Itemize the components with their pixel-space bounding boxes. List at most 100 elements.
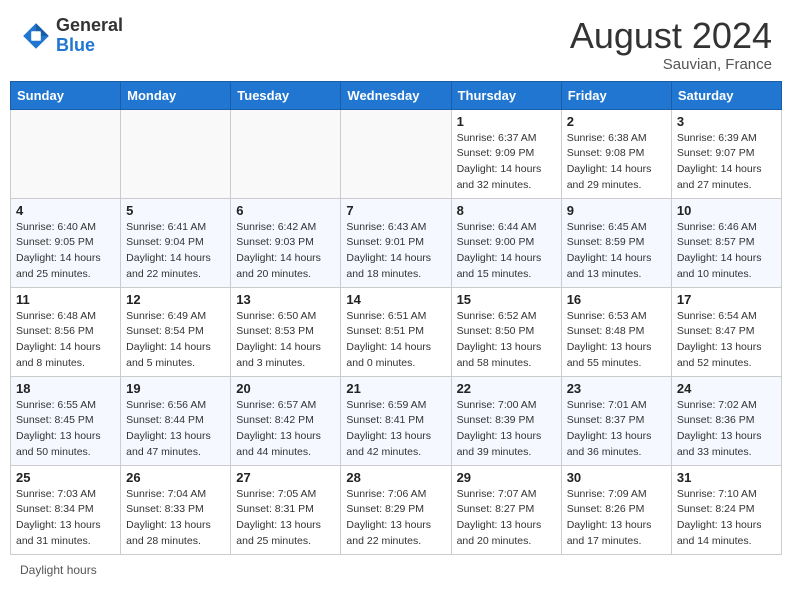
day-number: 18 — [16, 381, 115, 396]
table-row: 18Sunrise: 6:55 AM Sunset: 8:45 PM Dayli… — [11, 376, 121, 465]
day-info: Sunrise: 7:07 AM Sunset: 8:27 PM Dayligh… — [457, 487, 556, 550]
day-info: Sunrise: 6:56 AM Sunset: 8:44 PM Dayligh… — [126, 398, 225, 461]
calendar-container: Sunday Monday Tuesday Wednesday Thursday… — [0, 81, 792, 555]
calendar-week-row: 4 Sunrise: 6:40 AM Sunset: 9:05 PM Daylig… — [11, 198, 782, 287]
day-info: Sunrise: 6:40 AM Sunset: 9:05 PM Dayligh… — [16, 220, 115, 283]
table-row: 12 Sunrise: 6:49 AM Sunset: 8:54 PM Dayli… — [121, 287, 231, 376]
day-number: 9 — [567, 203, 666, 218]
day-number: 20 — [236, 381, 335, 396]
table-row: 22 Sunrise: 7:00 AM Sunset: 8:39 PM Dayli… — [451, 376, 561, 465]
day-number: 27 — [236, 470, 335, 485]
table-row: 27Sunrise: 7:05 AM Sunset: 8:31 PM Dayli… — [231, 465, 341, 554]
table-row: 7Sunrise: 6:43 AM Sunset: 9:01 PM Daylig… — [341, 198, 451, 287]
calendar-week-row: 1 Sunrise: 6:37 AM Sunset: 9:09 PM Daylig… — [11, 109, 782, 198]
day-number: 3 — [677, 114, 776, 129]
logo-blue-text: Blue — [56, 35, 95, 55]
day-info: Sunrise: 6:44 AM Sunset: 9:00 PM Dayligh… — [457, 220, 556, 283]
page-header: General Blue August 2024 Sauvian, France — [0, 0, 792, 81]
table-row: 9 Sunrise: 6:45 AM Sunset: 8:59 PM Daylig… — [561, 198, 671, 287]
col-wednesday: Wednesday — [341, 81, 451, 109]
day-info: Sunrise: 7:01 AM Sunset: 8:37 PM Dayligh… — [567, 398, 666, 461]
day-number: 21 — [346, 381, 445, 396]
table-row: 20Sunrise: 6:57 AM Sunset: 8:42 PM Dayli… — [231, 376, 341, 465]
calendar-week-row: 11Sunrise: 6:48 AM Sunset: 8:56 PM Dayli… — [11, 287, 782, 376]
table-row: 21 Sunrise: 6:59 AM Sunset: 8:41 PM Dayli… — [341, 376, 451, 465]
day-number: 2 — [567, 114, 666, 129]
day-number: 4 — [16, 203, 115, 218]
day-info: Sunrise: 6:37 AM Sunset: 9:09 PM Dayligh… — [457, 131, 556, 194]
day-number: 19 — [126, 381, 225, 396]
day-number: 28 — [346, 470, 445, 485]
table-row — [341, 109, 451, 198]
day-info: Sunrise: 7:04 AM Sunset: 8:33 PM Dayligh… — [126, 487, 225, 550]
table-row: 11Sunrise: 6:48 AM Sunset: 8:56 PM Dayli… — [11, 287, 121, 376]
day-info: Sunrise: 6:39 AM Sunset: 9:07 PM Dayligh… — [677, 131, 776, 194]
day-number: 22 — [457, 381, 556, 396]
day-info: Sunrise: 7:03 AM Sunset: 8:34 PM Dayligh… — [16, 487, 115, 550]
day-info: Sunrise: 7:10 AM Sunset: 8:24 PM Dayligh… — [677, 487, 776, 550]
calendar-header: Sunday Monday Tuesday Wednesday Thursday… — [11, 81, 782, 109]
day-number: 24 — [677, 381, 776, 396]
day-info: Sunrise: 7:06 AM Sunset: 8:29 PM Dayligh… — [346, 487, 445, 550]
day-info: Sunrise: 6:42 AM Sunset: 9:03 PM Dayligh… — [236, 220, 335, 283]
day-info: Sunrise: 6:45 AM Sunset: 8:59 PM Dayligh… — [567, 220, 666, 283]
day-number: 8 — [457, 203, 556, 218]
table-row: 2 Sunrise: 6:38 AM Sunset: 9:08 PM Daylig… — [561, 109, 671, 198]
calendar-week-row: 18Sunrise: 6:55 AM Sunset: 8:45 PM Dayli… — [11, 376, 782, 465]
day-number: 17 — [677, 292, 776, 307]
table-row: 14Sunrise: 6:51 AM Sunset: 8:51 PM Dayli… — [341, 287, 451, 376]
col-friday: Friday — [561, 81, 671, 109]
table-row: 4 Sunrise: 6:40 AM Sunset: 9:05 PM Daylig… — [11, 198, 121, 287]
day-info: Sunrise: 6:50 AM Sunset: 8:53 PM Dayligh… — [236, 309, 335, 372]
day-number: 30 — [567, 470, 666, 485]
day-info: Sunrise: 6:46 AM Sunset: 8:57 PM Dayligh… — [677, 220, 776, 283]
day-number: 10 — [677, 203, 776, 218]
day-number: 25 — [16, 470, 115, 485]
col-saturday: Saturday — [671, 81, 781, 109]
footer: Daylight hours — [0, 555, 792, 585]
table-row: 3 Sunrise: 6:39 AM Sunset: 9:07 PM Daylig… — [671, 109, 781, 198]
col-sunday: Sunday — [11, 81, 121, 109]
day-number: 1 — [457, 114, 556, 129]
day-info: Sunrise: 7:09 AM Sunset: 8:26 PM Dayligh… — [567, 487, 666, 550]
month-year-title: August 2024 — [570, 16, 772, 56]
col-tuesday: Tuesday — [231, 81, 341, 109]
table-row: 1 Sunrise: 6:37 AM Sunset: 9:09 PM Daylig… — [451, 109, 561, 198]
table-row: 15Sunrise: 6:52 AM Sunset: 8:50 PM Dayli… — [451, 287, 561, 376]
table-row: 25 Sunrise: 7:03 AM Sunset: 8:34 PM Dayli… — [11, 465, 121, 554]
day-info: Sunrise: 6:59 AM Sunset: 8:41 PM Dayligh… — [346, 398, 445, 461]
table-row: 10 Sunrise: 6:46 AM Sunset: 8:57 PM Dayli… — [671, 198, 781, 287]
table-row — [11, 109, 121, 198]
day-info: Sunrise: 7:00 AM Sunset: 8:39 PM Dayligh… — [457, 398, 556, 461]
day-number: 13 — [236, 292, 335, 307]
table-row: 31 Sunrise: 7:10 AM Sunset: 8:24 PM Dayli… — [671, 465, 781, 554]
table-row: 29 Sunrise: 7:07 AM Sunset: 8:27 PM Dayli… — [451, 465, 561, 554]
day-number: 31 — [677, 470, 776, 485]
day-info: Sunrise: 6:41 AM Sunset: 9:04 PM Dayligh… — [126, 220, 225, 283]
day-number: 23 — [567, 381, 666, 396]
day-info: Sunrise: 6:38 AM Sunset: 9:08 PM Dayligh… — [567, 131, 666, 194]
title-block: August 2024 Sauvian, France — [570, 16, 772, 73]
table-row — [121, 109, 231, 198]
day-number: 26 — [126, 470, 225, 485]
logo-icon — [20, 20, 52, 52]
table-row: 24Sunrise: 7:02 AM Sunset: 8:36 PM Dayli… — [671, 376, 781, 465]
daylight-hours-label: Daylight hours — [20, 563, 97, 577]
logo: General Blue — [20, 16, 123, 56]
table-row: 28 Sunrise: 7:06 AM Sunset: 8:29 PM Dayli… — [341, 465, 451, 554]
table-row — [231, 109, 341, 198]
day-number: 12 — [126, 292, 225, 307]
day-info: Sunrise: 6:49 AM Sunset: 8:54 PM Dayligh… — [126, 309, 225, 372]
table-row: 8 Sunrise: 6:44 AM Sunset: 9:00 PM Daylig… — [451, 198, 561, 287]
day-info: Sunrise: 6:53 AM Sunset: 8:48 PM Dayligh… — [567, 309, 666, 372]
table-row: 16Sunrise: 6:53 AM Sunset: 8:48 PM Dayli… — [561, 287, 671, 376]
table-row: 13 Sunrise: 6:50 AM Sunset: 8:53 PM Dayli… — [231, 287, 341, 376]
day-number: 15 — [457, 292, 556, 307]
table-row: 30 Sunrise: 7:09 AM Sunset: 8:26 PM Dayli… — [561, 465, 671, 554]
table-row: 26 Sunrise: 7:04 AM Sunset: 8:33 PM Dayli… — [121, 465, 231, 554]
day-number: 6 — [236, 203, 335, 218]
day-number: 29 — [457, 470, 556, 485]
col-monday: Monday — [121, 81, 231, 109]
day-info: Sunrise: 6:54 AM Sunset: 8:47 PM Dayligh… — [677, 309, 776, 372]
table-row: 5Sunrise: 6:41 AM Sunset: 9:04 PM Daylig… — [121, 198, 231, 287]
